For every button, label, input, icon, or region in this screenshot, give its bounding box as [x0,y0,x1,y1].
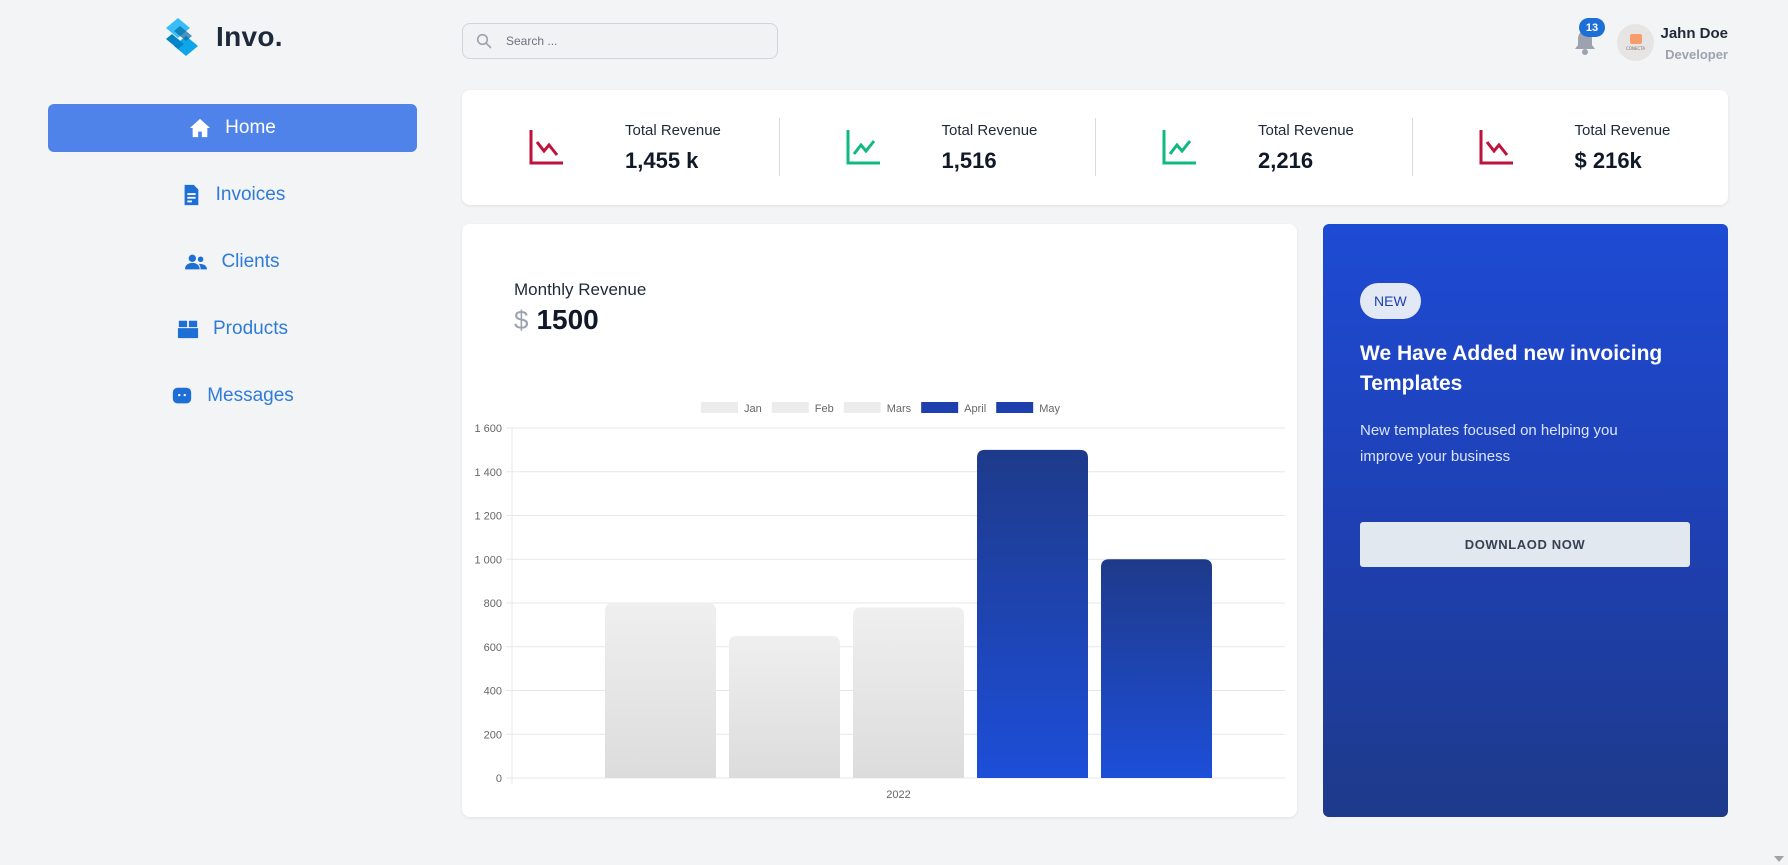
stat-label: Total Revenue [1574,122,1671,139]
brand-logo[interactable]: Invo. [164,18,283,56]
legend-label: Mars [887,403,912,415]
legend-swatch [996,402,1034,413]
user-info[interactable]: Jahn Doe Developer [1660,25,1728,62]
sidebar-item-label: Clients [221,251,280,272]
scroll-down-arrow-icon[interactable] [1774,856,1784,862]
y-tick-label: 800 [484,598,502,610]
y-tick-label: 1 600 [474,423,502,435]
legend-label: April [964,403,986,415]
diamond-logo-icon [166,18,198,56]
stat-label: Total Revenue [625,122,721,139]
stat-label: Total Revenue [1258,122,1354,139]
box-icon [177,318,199,340]
y-tick-label: 200 [484,729,502,741]
search-input[interactable] [506,34,746,48]
y-tick-label: 1 200 [474,511,502,523]
y-tick-label: 1 400 [474,467,502,479]
x-tick-label: 2022 [886,789,910,801]
legend-swatch [771,402,809,413]
download-button[interactable]: DOWNLAOD NOW [1360,522,1690,567]
sidebar-item-invoices[interactable]: Invoices [48,171,417,219]
avatar-logo-icon [1629,34,1642,44]
stat-item: Total Revenue 1,516 [778,90,1096,205]
y-tick-label: 0 [496,773,502,785]
legend-label: Feb [815,403,834,415]
sidebar-item-label: Products [213,318,288,339]
stat-item: Total Revenue 2,216 [1095,90,1412,205]
legend-swatch [843,402,881,413]
trend-up-icon [846,130,880,165]
users-icon [185,251,208,273]
promo-title: We Have Added new invoicing Templates [1360,342,1663,395]
stat-value: 1,516 [941,148,997,173]
search-bar[interactable] [462,23,778,59]
stat-item: Total Revenue $ 216k [1411,90,1729,205]
y-tick-label: 1 000 [474,554,502,566]
sidebar-item-products[interactable]: Products [48,305,417,353]
legend-swatch [701,402,738,413]
sidebar-item-label: Home [225,117,276,138]
stats-card: Total Revenue 1,455 k Total Revenue 1,51… [462,90,1728,205]
message-icon [171,385,193,407]
stat-value: 1,455 k [625,148,699,173]
bar-april [977,449,1088,778]
legend-label: May [1039,403,1060,415]
stat-value: $ 216k [1574,148,1642,173]
brand-name: Invo. [216,21,283,52]
trend-down-icon [1479,130,1513,165]
y-tick-label: 600 [484,642,502,654]
bar-feb [729,635,840,778]
trend-down-icon [529,130,563,165]
legend-swatch [921,402,959,413]
legend-label: Jan [744,403,762,415]
stat-value: 2,216 [1258,148,1314,173]
search-icon [476,33,492,49]
y-tick-label: 400 [484,686,502,698]
sidebar-item-label: Messages [207,385,294,406]
new-badge: NEW [1360,283,1421,319]
monthly-revenue-chart: 0 200 400 600 800 1 000 1 200 1 400 1 600 2022 Jan… [474,402,1285,801]
home-icon [189,117,211,139]
stat-item: Total Revenue 1,455 k [462,90,779,205]
sidebar-nav: Home Invoices Clients Products Messages [48,104,417,439]
invoice-icon [180,184,202,206]
trend-up-icon [1162,130,1196,165]
sidebar-item-clients[interactable]: Clients [48,238,417,286]
bar-may [1101,559,1212,778]
stat-label: Total Revenue [941,122,1038,139]
avatar[interactable]: CONECTA [1617,24,1654,61]
user-role: Developer [1665,47,1728,62]
notification-badge: 13 [1579,18,1605,37]
promo-text: New templates focused on helping you imp… [1360,422,1618,465]
bar-jan [605,603,716,778]
avatar-text: CONECTA [1625,46,1646,51]
user-name: Jahn Doe [1660,25,1728,42]
bar-mars [853,607,964,778]
monthly-revenue-card: Monthly Revenue $ 1500 0 200 400 600 800 1 00… [462,224,1297,817]
promo-card: NEW We Have Added new invoicing Template… [1323,224,1728,817]
sidebar-item-messages[interactable]: Messages [48,372,417,420]
sidebar-item-label: Invoices [215,184,286,205]
sidebar-item-home[interactable]: Home [48,104,417,152]
